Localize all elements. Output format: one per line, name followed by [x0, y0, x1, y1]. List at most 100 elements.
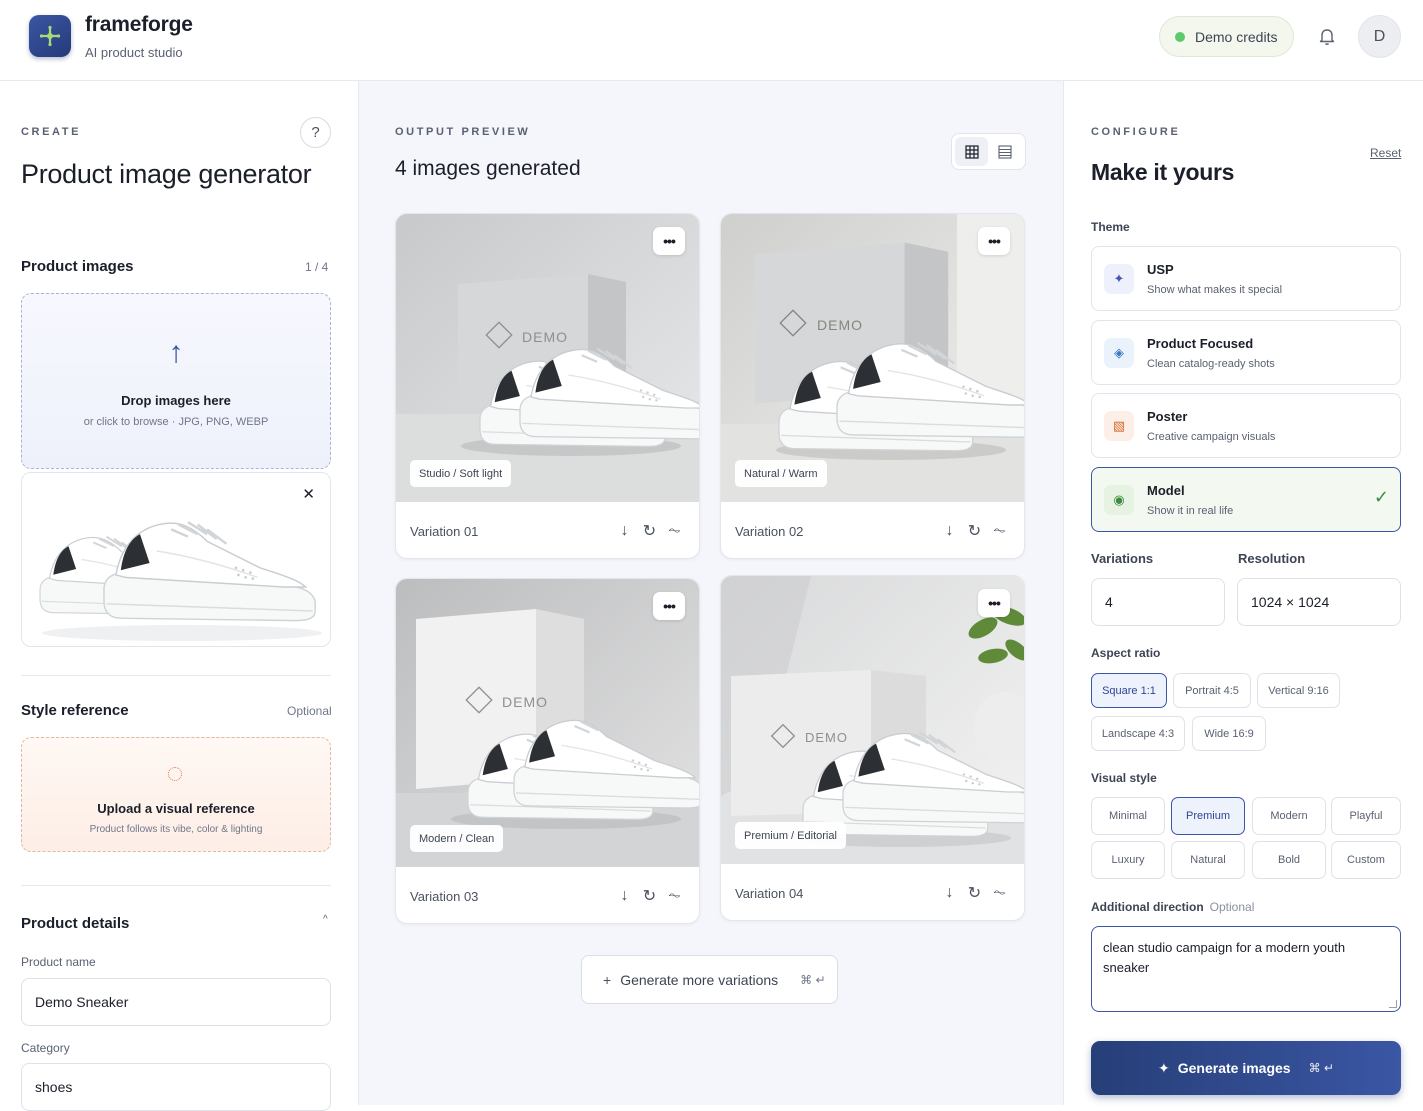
reset-link[interactable]: Reset — [1370, 146, 1401, 160]
divider — [21, 675, 331, 676]
card-more-button[interactable]: ••• — [978, 227, 1010, 255]
download-icon[interactable]: ↓ — [937, 520, 962, 542]
credits-label: Demo credits — [1195, 28, 1278, 45]
style-chip-playful[interactable]: Playful — [1331, 797, 1401, 835]
aspect-chip-landscape[interactable]: Landscape 4:3 — [1091, 716, 1185, 751]
shortcut-hint: ⌘ ↵ — [1308, 1061, 1334, 1075]
regenerate-icon[interactable]: ↻ — [637, 885, 662, 907]
svg-text:DEMO: DEMO — [817, 317, 863, 333]
variation-card[interactable]: DEMO ••• Studio / Soft light Variation 0… — [395, 213, 700, 559]
svg-text:DEMO: DEMO — [805, 730, 848, 745]
configure-panel: CONFIGURE Reset Make it yours Theme ✦ US… — [1063, 81, 1423, 1105]
theme-option-poster[interactable]: ▧ Poster Creative campaign visuals — [1091, 393, 1401, 458]
product-image-dropzone[interactable]: ↑ Drop images here or click to browse · … — [21, 293, 331, 469]
theme-option-model[interactable]: ◉ Model Show it in real life ✓ — [1091, 467, 1401, 532]
variations-label: Variations — [1091, 551, 1154, 566]
wave-icon[interactable]: ⏦ — [987, 882, 1012, 904]
style-chip-minimal[interactable]: Minimal — [1091, 797, 1165, 835]
configure-title: Make it yours — [1091, 159, 1235, 185]
dropzone-title: Drop images here — [121, 393, 231, 408]
sparkle-icon: ✦ — [1158, 1059, 1170, 1076]
svg-text:DEMO: DEMO — [522, 329, 568, 345]
regenerate-icon[interactable]: ↻ — [962, 882, 987, 904]
theme-title: USP — [1147, 262, 1174, 277]
aspect-chip-portrait[interactable]: Portrait 4:5 — [1173, 673, 1251, 708]
divider — [21, 885, 331, 886]
style-tag: Natural / Warm — [735, 460, 827, 487]
svg-text:DEMO: DEMO — [502, 694, 548, 710]
brand-tagline: AI product studio — [85, 45, 183, 60]
additional-direction-optional: Optional — [1209, 900, 1255, 914]
style-chip-bold[interactable]: Bold — [1252, 841, 1326, 879]
style-chip-natural[interactable]: Natural — [1171, 841, 1245, 879]
dropzone-subtitle: or click to browse · JPG, PNG, WEBP — [83, 416, 269, 428]
app-header: frameforge AI product studio Demo credit… — [0, 0, 1423, 81]
style-chip-custom[interactable]: Custom — [1331, 841, 1401, 879]
variation-image: DEMO — [721, 214, 1024, 502]
download-icon[interactable]: ↓ — [612, 520, 637, 542]
variation-name: Variation 01 — [410, 523, 479, 539]
list-view-button[interactable] — [988, 137, 1021, 166]
collapse-chevron-icon[interactable]: ^ — [323, 914, 328, 925]
theme-option-usp[interactable]: ✦ USP Show what makes it special — [1091, 246, 1401, 311]
aspect-chip-wide[interactable]: Wide 16:9 — [1192, 716, 1266, 751]
brand-name: frameforge — [85, 13, 193, 36]
logo[interactable] — [29, 15, 71, 57]
check-icon: ✓ — [1373, 487, 1389, 507]
card-more-button[interactable]: ••• — [653, 592, 685, 620]
card-more-button[interactable]: ••• — [978, 589, 1010, 617]
wave-icon[interactable]: ⏦ — [662, 885, 687, 907]
style-reference-dropzone[interactable]: Upload a visual reference Product follow… — [21, 737, 331, 852]
download-icon[interactable]: ↓ — [612, 885, 637, 907]
theme-label: Theme — [1091, 220, 1130, 234]
variation-card[interactable]: DEMO ••• Modern / Clean Variation 03 ↓ ↻… — [395, 578, 700, 924]
page-title: Product image generator — [21, 159, 312, 189]
style-tag: Studio / Soft light — [410, 460, 512, 487]
section-eyebrow: OUTPUT PREVIEW — [395, 126, 531, 138]
aspect-chip-vertical[interactable]: Vertical 9:16 — [1257, 673, 1340, 708]
status-dot — [1175, 31, 1185, 42]
regenerate-icon[interactable]: ↻ — [637, 520, 662, 542]
upload-arrow-icon: ↑ — [168, 336, 184, 369]
resolution-select[interactable]: 1024 × 1024 — [1237, 578, 1401, 626]
theme-option-product-focused[interactable]: ◈ Product Focused Clean catalog-ready sh… — [1091, 320, 1401, 385]
theme-title: Product Focused — [1147, 336, 1254, 351]
uploaded-image-thumbnail[interactable]: ✕ — [21, 472, 331, 647]
variation-card[interactable]: DEMO ••• Premium / Editorial Variation 0… — [720, 575, 1025, 921]
resize-handle[interactable] — [1389, 1000, 1397, 1008]
grid-view-button[interactable] — [955, 137, 988, 166]
style-reference-upload-subtitle: Product follows its vibe, color & lighti… — [89, 824, 263, 835]
download-icon[interactable]: ↓ — [937, 882, 962, 904]
style-reference-title: Style reference — [21, 702, 129, 719]
product-name-label: Product name — [21, 955, 96, 969]
loading-circle-icon — [168, 767, 182, 781]
theme-title: Poster — [1147, 409, 1188, 424]
style-chip-premium[interactable]: Premium — [1171, 797, 1245, 835]
product-name-input[interactable]: Demo Sneaker — [21, 978, 331, 1026]
card-footer: Variation 01 ↓ ↻ ⏦ — [396, 502, 699, 558]
diamond-icon: ◈ — [1104, 338, 1134, 368]
user-avatar[interactable]: D — [1358, 15, 1401, 58]
category-input[interactable]: shoes — [21, 1063, 331, 1111]
aspect-chip-square[interactable]: Square 1:1 — [1091, 673, 1167, 708]
style-chip-luxury[interactable]: Luxury — [1091, 841, 1165, 879]
variation-card[interactable]: DEMO ••• Natural / Warm Variation 02 ↓ ↻… — [720, 213, 1025, 559]
theme-subtitle: Creative campaign visuals — [1147, 431, 1276, 443]
credits-badge[interactable]: Demo credits — [1159, 16, 1294, 57]
resolution-label: Resolution — [1238, 551, 1306, 566]
wave-icon[interactable]: ⏦ — [987, 520, 1012, 542]
regenerate-icon[interactable]: ↻ — [962, 520, 987, 542]
remove-image-button[interactable]: ✕ — [302, 485, 315, 503]
variations-input[interactable]: 4 — [1091, 578, 1225, 626]
style-chip-modern[interactable]: Modern — [1252, 797, 1326, 835]
section-eyebrow: CREATE — [21, 126, 82, 138]
theme-title: Model — [1147, 483, 1185, 498]
notifications-button[interactable] — [1316, 25, 1338, 47]
generate-images-button[interactable]: ✦ Generate images ⌘ ↵ — [1091, 1041, 1401, 1095]
wave-icon[interactable]: ⏦ — [662, 520, 687, 542]
generate-more-button[interactable]: + Generate more variations ⌘ ↵ — [581, 955, 838, 1004]
additional-direction-textarea[interactable]: clean studio campaign for a modern youth… — [1091, 926, 1401, 1012]
help-button[interactable]: ? — [300, 117, 331, 148]
style-reference-upload-title: Upload a visual reference — [97, 801, 255, 816]
card-more-button[interactable]: ••• — [653, 227, 685, 255]
